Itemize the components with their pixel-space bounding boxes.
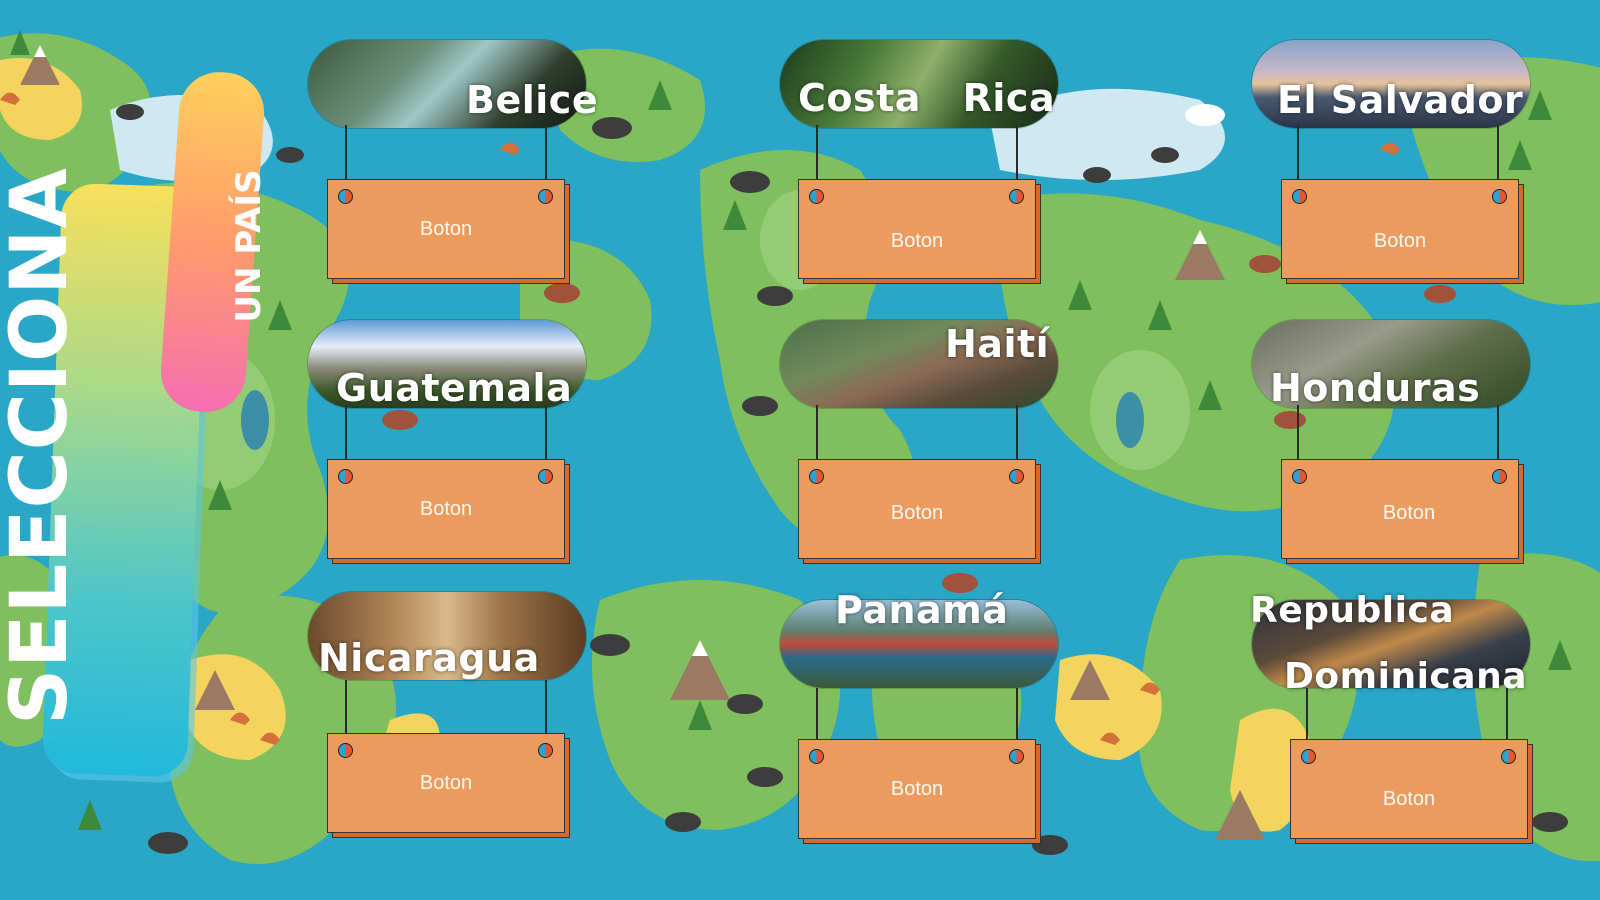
republica-dominicana-button[interactable]: Boton — [1290, 739, 1528, 839]
country-name-nicaragua: Nicaragua — [318, 636, 540, 680]
pin-icon — [809, 749, 824, 764]
country-name-honduras: Honduras — [1270, 366, 1481, 410]
country-name-republica-dominicana-line2: Dominicana — [1284, 656, 1527, 697]
belice-button[interactable]: Boton — [327, 179, 565, 279]
pin-icon — [1292, 469, 1307, 484]
country-name-belice: Belice — [466, 78, 599, 122]
costa-rica-button[interactable]: Boton — [798, 179, 1036, 279]
pin-icon — [1492, 189, 1507, 204]
title-text: SELECCIONA — [0, 167, 85, 725]
country-name-haiti: Haití — [945, 322, 1050, 366]
pin-icon — [1009, 189, 1024, 204]
country-name-costa-rica: Costa Rica — [798, 76, 1056, 120]
country-name-guatemala: Guatemala — [336, 366, 573, 410]
pin-icon — [1492, 469, 1507, 484]
pin-icon — [538, 469, 553, 484]
subtitle-text: UN PAÍS — [229, 169, 269, 323]
pin-icon — [1301, 749, 1316, 764]
pin-icon — [1292, 189, 1307, 204]
pin-icon — [1009, 469, 1024, 484]
pin-icon — [1009, 749, 1024, 764]
pin-icon — [338, 189, 353, 204]
pin-icon — [338, 743, 353, 758]
pin-icon — [338, 469, 353, 484]
pin-icon — [809, 189, 824, 204]
guatemala-button[interactable]: Boton — [327, 459, 565, 559]
pin-icon — [1501, 749, 1516, 764]
pin-icon — [538, 189, 553, 204]
nicaragua-button[interactable]: Boton — [327, 733, 565, 833]
pin-icon — [809, 469, 824, 484]
country-name-panama: Panamá — [835, 588, 1009, 632]
country-name-el-salvador: El Salvador — [1277, 78, 1524, 122]
haiti-button[interactable]: Boton — [798, 459, 1036, 559]
honduras-button[interactable]: Boton — [1281, 459, 1519, 559]
el-salvador-button[interactable]: Boton — [1281, 179, 1519, 279]
country-name-republica-dominicana-line1: Republica — [1250, 590, 1455, 631]
panama-button[interactable]: Boton — [798, 739, 1036, 839]
pin-icon — [538, 743, 553, 758]
